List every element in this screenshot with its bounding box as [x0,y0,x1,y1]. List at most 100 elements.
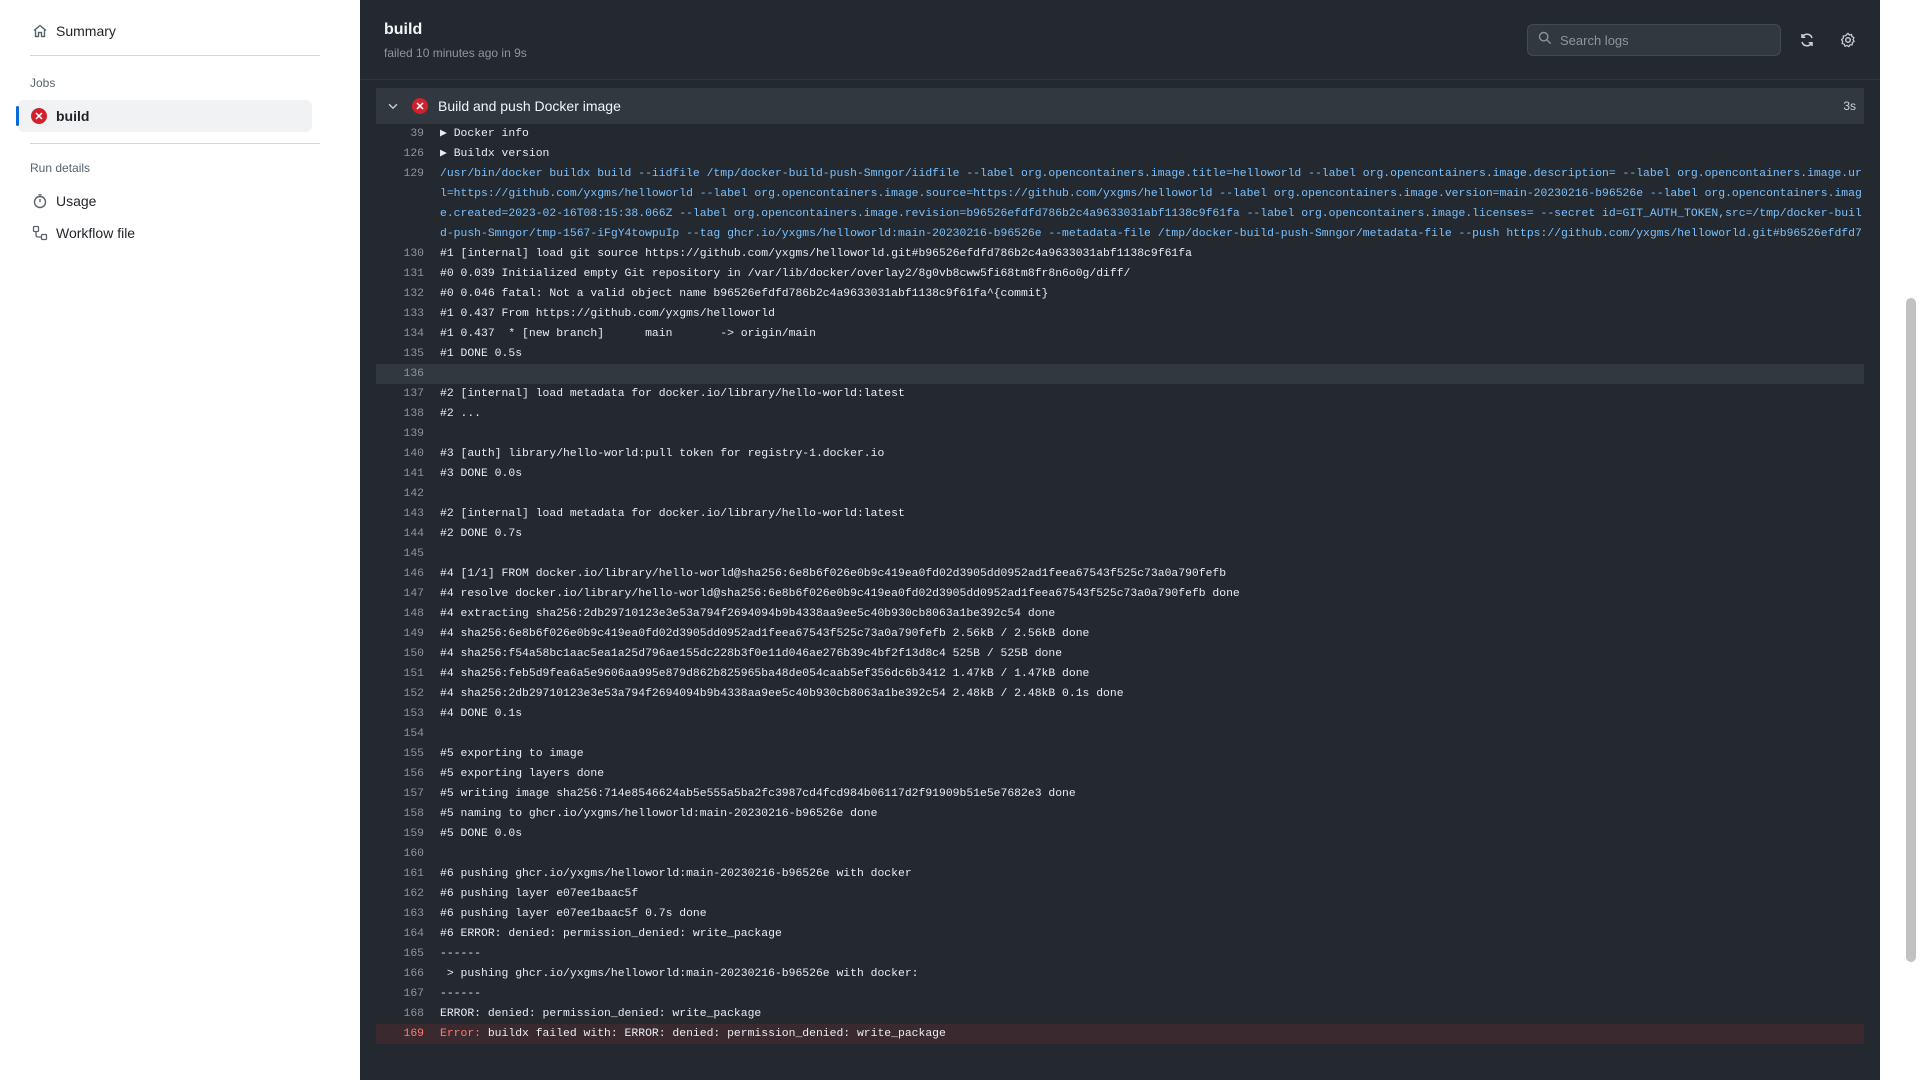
line-number[interactable]: 147 [376,584,424,604]
line-number[interactable]: 146 [376,564,424,584]
line-number[interactable]: 136 [376,364,424,384]
line-number[interactable]: 162 [376,884,424,904]
scrollbar-thumb[interactable] [1906,298,1916,962]
line-number[interactable]: 141 [376,464,424,484]
log-line: 147 #4 resolve docker.io/library/hello-wo… [376,584,1864,604]
line-number[interactable]: 133 [376,304,424,324]
line-number[interactable]: 134 [376,324,424,344]
line-number[interactable]: 165 [376,944,424,964]
log-text: #3 DONE 0.0s [440,468,523,480]
log-line: 151 #4 sha256:feb5d9fea6a5e9606aa995e879d… [376,664,1864,684]
log-line: 132 #0 0.046 fatal: Not a valid object na… [376,284,1864,304]
log-line: 39 ▶ Docker info [376,124,1864,144]
log-text: #0 0.046 fatal: Not a valid object name … [440,288,1049,300]
chevron-down-icon [386,99,402,113]
run-details-heading: Run details [30,161,91,175]
log-line: 152 #4 sha256:2db29710123e3e53a794f269409… [376,684,1864,704]
line-number[interactable]: 135 [376,344,424,364]
failed-icon: ✕ [31,108,47,124]
log-line: 129/usr/bin/docker buildx build --iidfil… [376,164,1864,244]
line-number[interactable]: 155 [376,744,424,764]
sidebar-item-usage[interactable]: Usage [32,193,96,209]
log-line: 155 #5 exporting to image [376,744,1864,764]
log-line: 165 ------ [376,944,1864,964]
log-line: 167 ------ [376,984,1864,1004]
log-text: ------ [440,988,482,1000]
sidebar: Summary Jobs ✕ build Run details Usage W… [0,0,360,1080]
settings-button[interactable] [1838,30,1858,50]
log-text: #4 extracting sha256:2db29710123e3e53a79… [440,608,1056,620]
log-line: 162 #6 pushing layer e07ee1baac5f [376,884,1864,904]
line-number[interactable]: 161 [376,864,424,884]
log-text: #1 0.437 From https://github.com/yxgms/h… [440,308,775,320]
sidebar-item-summary[interactable]: Summary [32,23,116,39]
line-number[interactable]: 154 [376,724,424,744]
log-line: 131 #0 0.039 Initialized empty Git reposi… [376,264,1864,284]
line-number[interactable]: 130 [376,244,424,264]
workflow-icon [32,225,48,241]
search-input[interactable] [1560,32,1760,48]
step-header[interactable]: ✕ Build and push Docker image 3s [376,88,1864,124]
divider [30,143,320,144]
line-number[interactable]: 158 [376,804,424,824]
log-text: #1 0.437 * [new branch] main -> origin/m… [440,328,816,340]
sidebar-item-label: build [56,108,90,124]
log-line: 149 #4 sha256:6e8b6f026e0b9c419ea0fd02d39… [376,624,1864,644]
log-line: 159 #5 DONE 0.0s [376,824,1864,844]
line-number[interactable]: 148 [376,604,424,624]
line-number[interactable]: 137 [376,384,424,404]
log-text: #3 [auth] library/hello-world:pull token… [440,448,885,460]
log-line: 166 > pushing ghcr.io/yxgms/helloworld:m… [376,964,1864,984]
log-text: #6 ERROR: denied: permission_denied: wri… [440,928,782,940]
line-number[interactable]: 166 [376,964,424,984]
search-icon [1538,31,1552,50]
error-prefix: Error: [440,1028,482,1040]
line-number[interactable]: 151 [376,664,424,684]
line-number[interactable]: 163 [376,904,424,924]
log-line: 168 ERROR: denied: permission_denied: wri… [376,1004,1864,1024]
line-number[interactable]: 140 [376,444,424,464]
line-number[interactable]: 132 [376,284,424,304]
line-number[interactable]: 126 [376,144,424,164]
line-number[interactable]: 131 [376,264,424,284]
line-number[interactable]: 139 [376,424,424,444]
log-line: 130 #1 [internal] load git source https:/… [376,244,1864,264]
line-number[interactable]: 167 [376,984,424,1004]
log-line: 153 #4 DONE 0.1s [376,704,1864,724]
line-number[interactable]: 168 [376,1004,424,1024]
line-number[interactable]: 138 [376,404,424,424]
log-line: 135 #1 DONE 0.5s [376,344,1864,364]
job-status-text: failed 10 minutes ago in 9s [384,46,527,60]
log-text: ------ [440,948,482,960]
line-number[interactable]: 149 [376,624,424,644]
line-number[interactable]: 164 [376,924,424,944]
sidebar-item-workflow-file[interactable]: Workflow file [32,225,135,241]
line-number[interactable]: 159 [376,824,424,844]
job-header: build failed 10 minutes ago in 9s [360,0,1880,80]
line-number[interactable]: 169 [376,1024,424,1044]
log-line: 134 #1 0.437 * [new branch] main -> origi… [376,324,1864,344]
log-text: Error: buildx failed with: ERROR: denied… [424,1024,1864,1044]
line-number[interactable]: 157 [376,784,424,804]
line-number[interactable]: 156 [376,764,424,784]
line-number[interactable]: 39 [376,124,424,144]
line-number[interactable]: 153 [376,704,424,724]
search-logs[interactable] [1527,24,1781,56]
log-line: 139 [376,424,1864,444]
sidebar-item-job-build[interactable]: ✕ build [16,100,312,132]
line-number[interactable]: 129 [376,164,424,244]
log-text: #4 sha256:f54a58bc1aac5ea1a25d796ae155dc… [440,648,1063,660]
line-number[interactable]: 144 [376,524,424,544]
line-number[interactable]: 150 [376,644,424,664]
line-number[interactable]: 145 [376,544,424,564]
log-text: #1 [internal] load git source https://gi… [440,248,1192,260]
line-number[interactable]: 152 [376,684,424,704]
job-log-panel: build failed 10 minutes ago in 9s ✕ Buil… [360,0,1880,1080]
line-number[interactable]: 142 [376,484,424,504]
log-line: 150 #4 sha256:f54a58bc1aac5ea1a25d796ae15… [376,644,1864,664]
refresh-button[interactable] [1797,30,1817,50]
line-number[interactable]: 160 [376,844,424,864]
line-number[interactable]: 143 [376,504,424,524]
